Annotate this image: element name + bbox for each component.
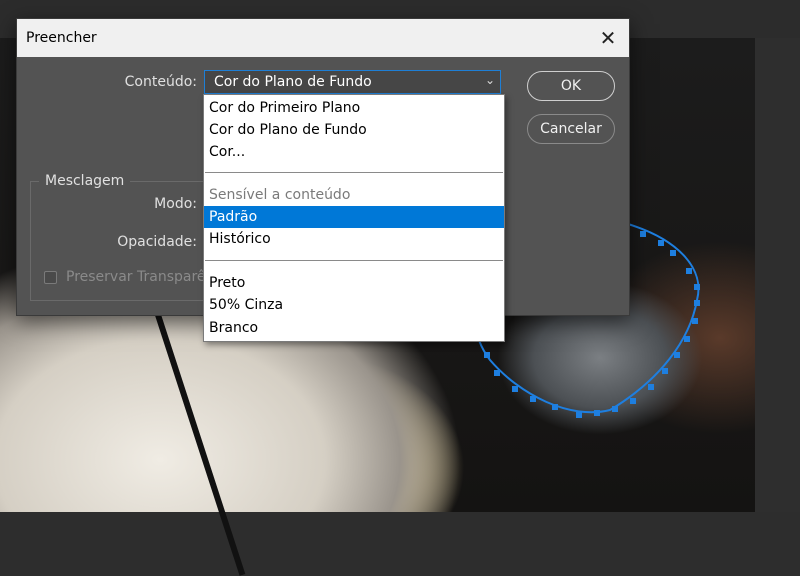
option-background-color[interactable]: Cor do Plano de Fundo — [204, 119, 504, 141]
option-history[interactable]: Histórico — [204, 228, 504, 250]
preserve-transparency-checkbox[interactable] — [44, 271, 57, 284]
option-color[interactable]: Cor... — [204, 141, 504, 163]
dropdown-separator — [205, 172, 503, 173]
option-pattern[interactable]: Padrão — [204, 206, 504, 228]
close-icon[interactable]: ✕ — [597, 27, 619, 49]
content-select-value: Cor do Plano de Fundo — [214, 74, 372, 90]
content-dropdown-list: Cor do Primeiro Plano Cor do Plano de Fu… — [203, 94, 505, 342]
opacity-label: Opacidade: — [117, 234, 197, 250]
preserve-transparency-label: Preservar Transparên — [66, 269, 215, 285]
blend-group-title: Mesclagem — [39, 173, 131, 189]
content-select[interactable]: Cor do Plano de Fundo ⌄ — [204, 70, 501, 94]
ok-button[interactable]: OK — [527, 71, 615, 101]
option-50-gray[interactable]: 50% Cinza — [204, 294, 504, 316]
dialog-title: Preencher — [26, 30, 97, 46]
chevron-down-icon: ⌄ — [484, 73, 495, 87]
cancel-button[interactable]: Cancelar — [527, 114, 615, 144]
option-foreground-color[interactable]: Cor do Primeiro Plano — [204, 97, 504, 119]
option-content-aware: Sensível a conteúdo — [209, 187, 351, 203]
mode-label: Modo: — [154, 196, 197, 212]
option-black[interactable]: Preto — [204, 272, 504, 294]
dropdown-separator — [205, 260, 503, 261]
option-white[interactable]: Branco — [204, 317, 504, 339]
content-label: Conteúdo: — [124, 74, 197, 90]
dialog-titlebar[interactable]: Preencher ✕ — [17, 19, 629, 57]
